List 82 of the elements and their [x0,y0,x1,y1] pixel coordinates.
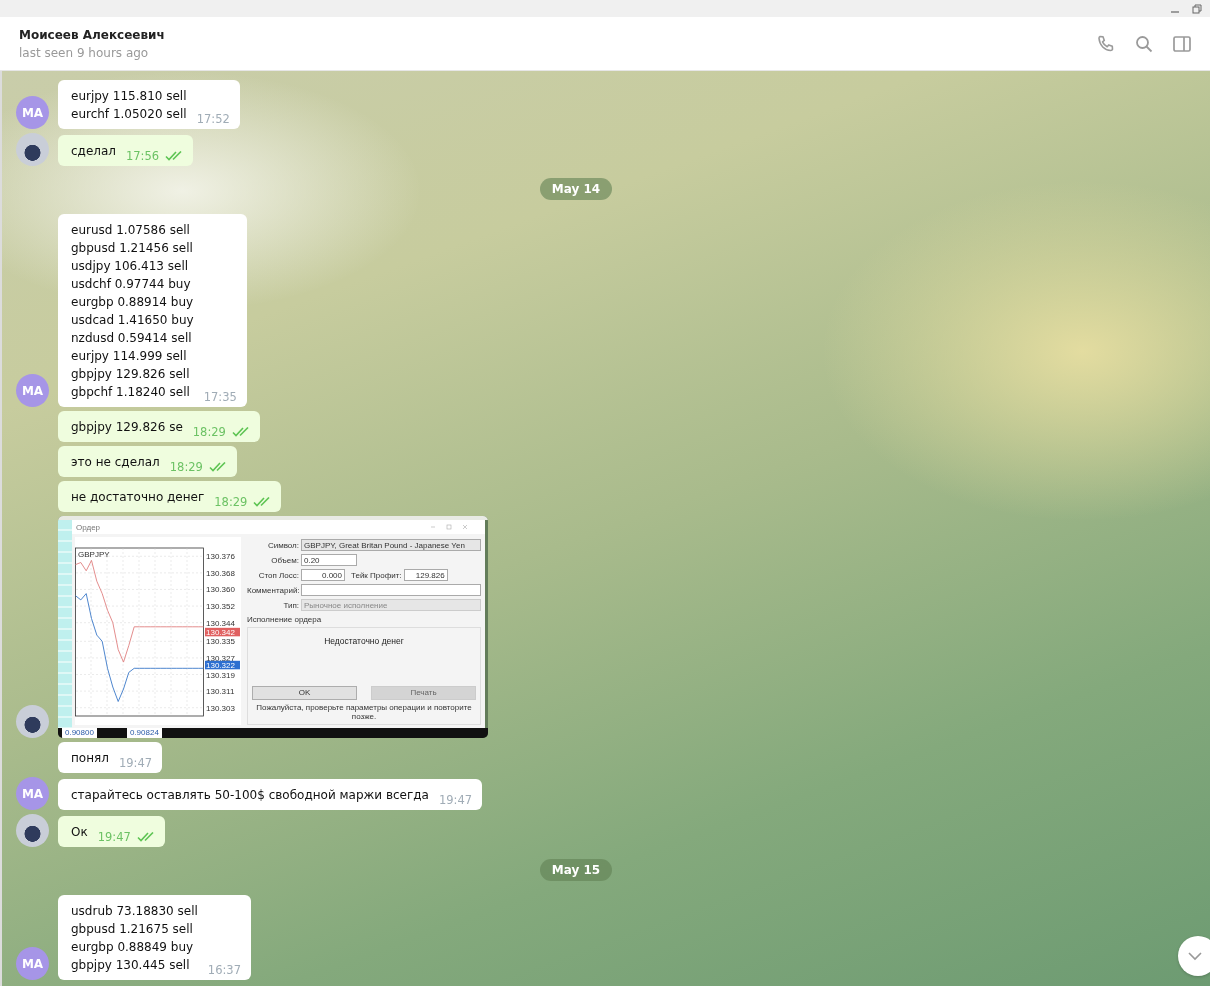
message-time: 18:29 [169,460,203,474]
message-time: 18:29 [192,425,226,439]
field-label: Комментарий: [247,585,299,595]
dialog-title: Ордер [76,522,101,532]
message-text: eurjpy 115.810 sell [71,88,187,105]
price-axis-label: 130.327 [206,653,235,663]
chevron-down-icon [1187,951,1203,961]
message-text: это не сделал [71,454,160,471]
message-text: Ок [71,824,88,841]
message-text: eurusd 1.07586 sell [71,222,191,239]
field-label: Символ: [266,540,299,550]
avatar-photo-placeholder[interactable] [16,814,49,847]
avatar-photo-placeholder[interactable] [16,705,49,738]
user-avatar[interactable]: MA [16,777,49,810]
chart-symbol: GBPJPY [78,550,110,559]
price-axis-label: 130.344 [206,618,235,628]
price-axis-label: 130.311 [206,687,235,697]
stop-loss-field: 0.000 [301,569,345,581]
message-text: eurgbp 0.88849 buy [71,939,195,956]
price-axis-label: 130.368 [206,568,235,578]
ok-button: OK [252,686,357,700]
message-time: 19:47 [438,793,473,807]
field-label: Стоп Лосс: [257,570,299,580]
message-text: не достаточно денег [71,489,205,506]
message-text: usdchf 0.97744 buy [71,276,192,293]
message-text: eurjpy 114.999 sell [71,348,188,365]
user-avatar[interactable]: MA [16,374,49,407]
error-message: Недостаточно денег [324,636,404,646]
message-text: понял [71,750,109,767]
message-text: nzdusd 0.59414 sell [71,330,193,347]
search-icon[interactable] [1134,33,1154,54]
last-seen-status: last seen 9 hours ago [19,45,150,60]
volume-dropdown: 0.20 [301,554,357,566]
type-dropdown: Рыночное исполнение [301,599,481,611]
hint-text: Пожалуйста, проверьте параметры операции и повторите позже. [255,703,473,721]
user-avatar[interactable]: MA [16,96,49,129]
print-button: Печать [371,686,476,700]
field-label: Объем: [270,555,299,565]
user-avatar[interactable]: MA [16,947,49,980]
message-time: 17:52 [196,112,230,126]
message-text: gbpjpy 129.826 se [71,419,183,436]
message-text: eurchf 1.05020 sell [71,106,187,123]
scroll-down-button[interactable] [1178,936,1210,976]
message-text: gbpusd 1.21456 sell [71,240,194,257]
message-time: 18:29 [214,495,248,509]
message-text: gbpjpy 130.445 sell [71,957,191,974]
price-axis-label: 130.376 [206,552,235,562]
date-separator: May 14 [539,178,613,200]
take-profit-field: 129.826 [403,569,448,581]
group-label: Исполнение ордера [247,615,323,624]
phone-icon[interactable] [1096,33,1116,54]
ask-price-tag: 130.342 [205,627,240,637]
quote-value: 0.90800 [62,728,97,738]
message-time: 19:47 [118,756,153,770]
message-time: 17:56 [126,149,160,163]
message-time: 19:47 [97,830,131,844]
message-text: gbpjpy 129.826 sell [71,366,191,383]
price-axis-label: 130.352 [206,602,235,612]
message-time: 17:35 [203,390,237,404]
message-text: usdcad 1.41650 buy [71,312,194,329]
field-label: Тейк Профит: [351,570,402,580]
message-text: eurgbp 0.88914 buy [71,294,194,311]
price-axis-label: 130.360 [206,585,235,595]
message-text: usdrub 73.18830 sell [71,903,198,920]
message-text: gbpusd 1.21675 sell [71,921,194,938]
message-text: usdjpy 106.413 sell [71,258,190,275]
sidebar-toggle-icon[interactable] [1172,33,1192,54]
avatar-photo-placeholder[interactable] [16,133,49,166]
price-axis-label: 130.335 [206,637,235,647]
symbol-dropdown: GBPJPY, Great Britan Pound - Japanese Yen [301,539,481,551]
message-time: 16:37 [207,963,241,977]
restore-icon[interactable] [1192,3,1202,14]
message-text: сделал [71,143,116,160]
quote-value: 0.90824 [126,728,162,738]
message-text: gbpchf 1.18240 sell [71,384,191,401]
price-axis-label: 130.319 [206,670,235,680]
field-label: Тип: [282,600,299,610]
date-separator: May 15 [539,859,613,881]
bid-price-tag: 130.322 [205,660,240,670]
message-text: старайтесь оставлять 50-100$ свободной маржи всегда [71,787,429,804]
contact-name[interactable]: Моисеев Алексеевич [19,27,165,42]
price-axis-label: 130.303 [206,703,235,713]
